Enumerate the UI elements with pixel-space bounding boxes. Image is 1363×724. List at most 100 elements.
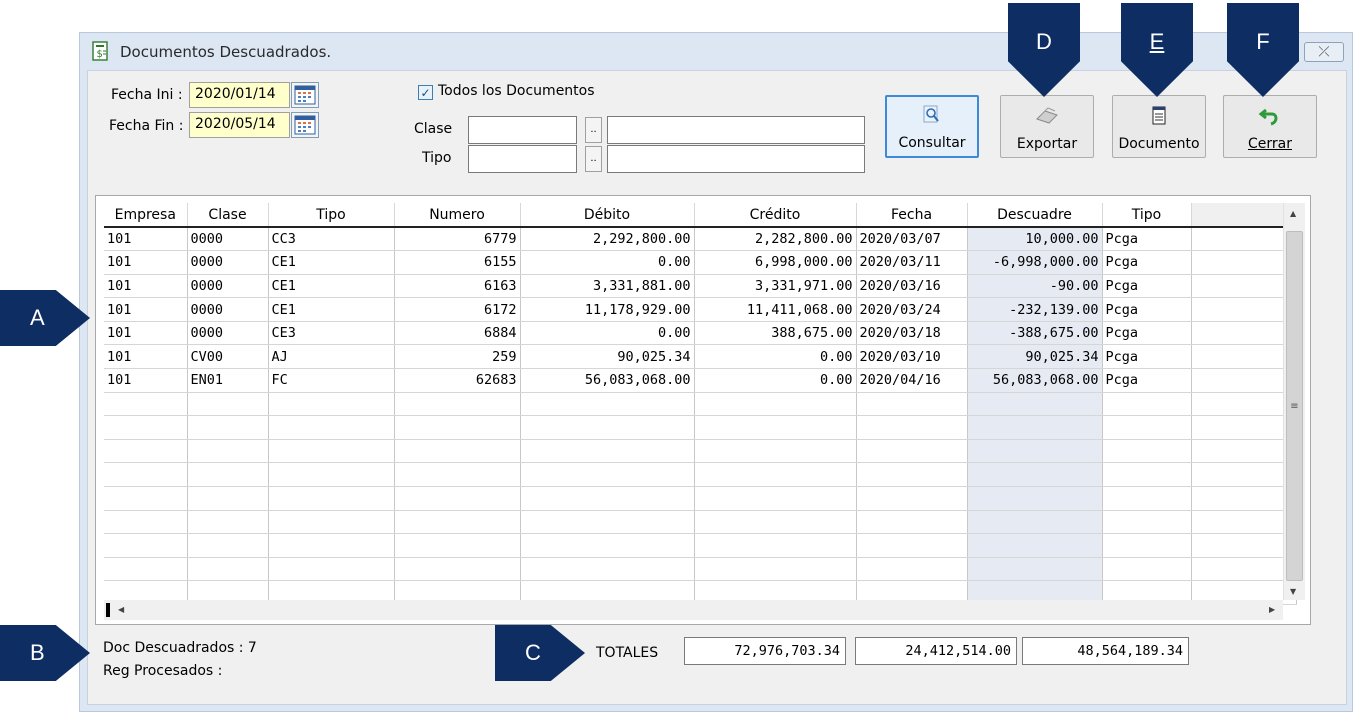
todos-checkbox[interactable]: ✓ bbox=[418, 85, 433, 100]
total-credito: 24,412,514.00 bbox=[855, 637, 1017, 665]
table-row[interactable]: 101 0000 CE1 6172 11,178,929.00 11,411,068.00… bbox=[104, 297, 1297, 322]
todos-label: Todos los Documentos bbox=[438, 83, 595, 99]
table-cell: 2020/04/16 bbox=[856, 368, 968, 393]
table-cell bbox=[856, 510, 968, 535]
vertical-scroll-thumb[interactable]: ≡ bbox=[1286, 231, 1303, 581]
table-cell: 6884 bbox=[394, 321, 521, 346]
table-cell: 6,998,000.00 bbox=[694, 250, 857, 275]
column-header[interactable]: Clase bbox=[187, 203, 269, 228]
table-row[interactable] bbox=[104, 439, 1297, 464]
table-cell bbox=[694, 392, 857, 417]
tipo-description-input[interactable] bbox=[607, 145, 865, 173]
table-row[interactable] bbox=[104, 392, 1297, 417]
column-header[interactable]: Descuadre bbox=[967, 203, 1103, 228]
table-cell bbox=[967, 486, 1103, 511]
column-header[interactable]: Tipo bbox=[268, 203, 395, 228]
table-cell: 3,331,971.00 bbox=[694, 274, 857, 299]
scroll-right-icon[interactable]: ▶ bbox=[1269, 605, 1275, 614]
table-row[interactable] bbox=[104, 486, 1297, 511]
grip-icon: ≡ bbox=[1290, 400, 1299, 412]
document-icon bbox=[1150, 104, 1168, 128]
tipo-code-input[interactable] bbox=[468, 145, 577, 173]
exportar-button[interactable]: Exportar bbox=[1000, 95, 1094, 158]
column-header[interactable]: Crédito bbox=[694, 203, 857, 228]
documento-button[interactable]: Documento bbox=[1112, 95, 1206, 158]
table-cell bbox=[520, 462, 695, 488]
cerrar-label: Cerrar bbox=[1248, 136, 1292, 152]
table-cell: 101 bbox=[104, 297, 188, 322]
scroll-left-icon[interactable]: ◀ bbox=[118, 605, 124, 614]
table-cell bbox=[187, 486, 269, 511]
clase-description-input[interactable] bbox=[607, 116, 865, 144]
table-cell: CE1 bbox=[268, 297, 395, 322]
column-header[interactable]: Tipo bbox=[1102, 203, 1192, 228]
consultar-button[interactable]: Consultar bbox=[885, 95, 979, 158]
scroll-up-icon[interactable]: ▲ bbox=[1290, 209, 1296, 218]
table-row[interactable] bbox=[104, 510, 1297, 535]
table-cell bbox=[1191, 533, 1297, 558]
column-header[interactable]: Numero bbox=[394, 203, 521, 228]
column-header[interactable]: Fecha bbox=[856, 203, 968, 228]
table-cell bbox=[1102, 533, 1192, 558]
fecha-ini-calendar-button[interactable] bbox=[291, 82, 319, 108]
table-row[interactable]: 101 0000 CC3 6779 2,292,800.00 2,282,800.00 20… bbox=[104, 227, 1297, 252]
table-cell: 2020/03/11 bbox=[856, 250, 968, 275]
table-row[interactable] bbox=[104, 533, 1297, 558]
fecha-fin-calendar-button[interactable] bbox=[291, 112, 319, 138]
horizontal-scrollbar[interactable]: ◀ ▶ bbox=[104, 600, 1283, 620]
table-cell: Pcga bbox=[1102, 368, 1192, 393]
table-row[interactable]: 101 EN01 FC 62683 56,083,068.00 0.00 2020/04/1… bbox=[104, 368, 1297, 393]
table-cell: Pcga bbox=[1102, 250, 1192, 275]
table-cell bbox=[268, 557, 395, 582]
table-cell: 6172 bbox=[394, 297, 521, 322]
table-row[interactable]: 101 0000 CE1 6155 0.00 6,998,000.00 2020/03/11… bbox=[104, 250, 1297, 275]
table-cell bbox=[967, 462, 1103, 488]
table-cell: CE1 bbox=[268, 274, 395, 299]
callout-d-letter: D bbox=[1036, 29, 1052, 54]
table-cell: 6779 bbox=[394, 227, 521, 252]
table-cell bbox=[967, 533, 1103, 558]
export-icon bbox=[1034, 104, 1060, 128]
table-row[interactable] bbox=[104, 462, 1297, 488]
table-cell: 2,282,800.00 bbox=[694, 227, 857, 252]
table-row[interactable]: 101 0000 CE3 6884 0.00 388,675.00 2020/03/18 -3… bbox=[104, 321, 1297, 346]
table-row[interactable] bbox=[104, 415, 1297, 440]
scroll-down-icon[interactable]: ▼ bbox=[1290, 587, 1296, 596]
table-cell: Pcga bbox=[1102, 227, 1192, 252]
table-cell bbox=[856, 533, 968, 558]
documents-table: Empresa Clase Tipo Numero Débito Crédito Fecha… bbox=[104, 203, 1297, 605]
column-header[interactable]: Empresa bbox=[104, 203, 188, 228]
clase-lookup-button[interactable]: .. bbox=[585, 117, 602, 143]
table-cell bbox=[104, 415, 188, 440]
table-cell bbox=[1102, 439, 1192, 464]
fecha-ini-input[interactable]: 2020/01/14 bbox=[189, 82, 290, 108]
window-title: Documentos Descuadrados. bbox=[120, 43, 332, 61]
table-cell bbox=[394, 557, 521, 582]
column-header[interactable]: Débito bbox=[520, 203, 695, 228]
table-row[interactable] bbox=[104, 557, 1297, 582]
cerrar-button[interactable]: Cerrar bbox=[1223, 95, 1317, 158]
close-icon: ⤫ bbox=[1318, 44, 1330, 60]
table-row[interactable]: 101 CV00 AJ 259 90,025.34 0.00 2020/03/10 90,02… bbox=[104, 344, 1297, 370]
table-cell: Pcga bbox=[1102, 321, 1192, 346]
vertical-scrollbar[interactable]: ▲ ≡ ▼ bbox=[1283, 203, 1305, 600]
table-cell bbox=[967, 557, 1103, 582]
table-cell bbox=[1191, 557, 1297, 582]
callout-b-letter: B bbox=[30, 640, 45, 665]
table-cell bbox=[1191, 510, 1297, 535]
table-row[interactable]: 101 0000 CE1 6163 3,331,881.00 3,331,971.00 20… bbox=[104, 274, 1297, 299]
clase-code-input[interactable] bbox=[468, 116, 577, 144]
doc-descuadrados-count: Doc Descuadrados : 7 bbox=[103, 640, 257, 656]
table-cell bbox=[268, 439, 395, 464]
table-cell bbox=[967, 392, 1103, 417]
table-cell bbox=[1191, 415, 1297, 440]
table-cell bbox=[1191, 486, 1297, 511]
table-cell bbox=[104, 392, 188, 417]
fecha-fin-input[interactable]: 2020/05/14 bbox=[189, 112, 290, 138]
table-cell: CE3 bbox=[268, 321, 395, 346]
table-cell bbox=[1191, 250, 1297, 275]
table-cell: -6,998,000.00 bbox=[967, 250, 1103, 275]
close-button[interactable]: ⤫ bbox=[1304, 42, 1344, 62]
table-cell bbox=[104, 557, 188, 582]
tipo-lookup-button[interactable]: .. bbox=[585, 146, 602, 172]
